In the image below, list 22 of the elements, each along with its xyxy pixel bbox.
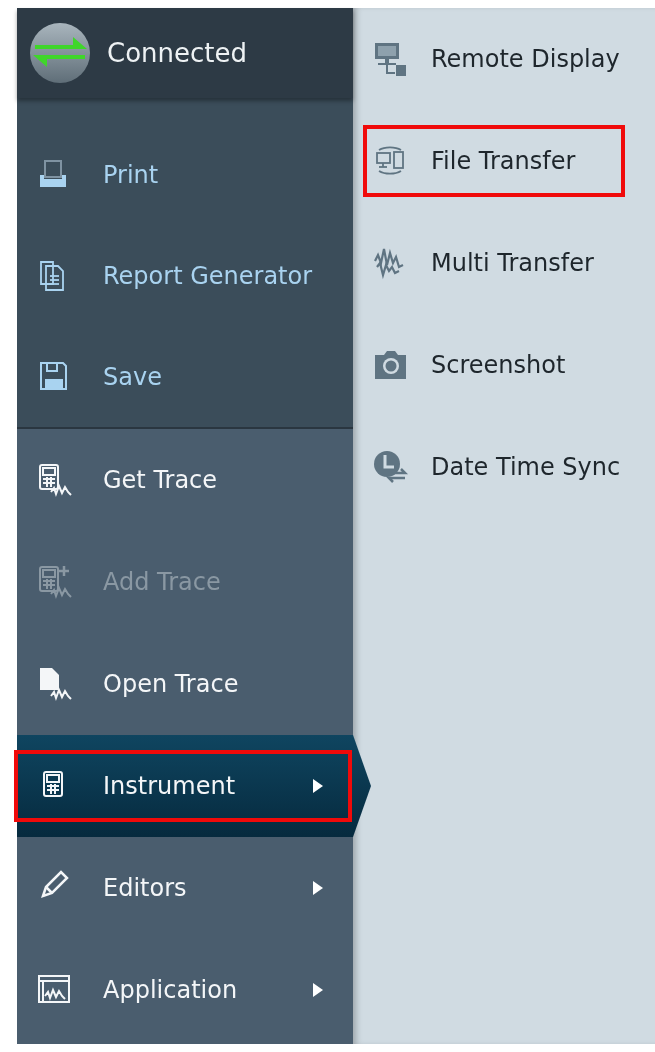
- submenu-item[interactable]: Multi Transfer: [353, 212, 655, 314]
- caret-icon: [313, 881, 323, 895]
- monitor-keypad-icon: [373, 41, 409, 77]
- keypad-plus-icon: [37, 564, 73, 600]
- connection-status: Connected: [107, 38, 247, 68]
- submenu-item[interactable]: Remote Display: [353, 8, 655, 110]
- caret-icon: [313, 779, 323, 793]
- submenu-item[interactable]: Screenshot: [353, 314, 655, 416]
- menu-item[interactable]: Get Trace: [17, 429, 353, 531]
- menu-item[interactable]: Report Generator: [17, 225, 353, 326]
- submenu-item[interactable]: Date Time Sync: [353, 416, 655, 518]
- menu-item[interactable]: Editors: [17, 837, 353, 939]
- connection-icon: [29, 22, 91, 84]
- submenu-item[interactable]: File Transfer: [353, 110, 655, 212]
- menu-item[interactable]: Open Trace: [17, 633, 353, 735]
- menu-item[interactable]: Print: [17, 124, 353, 225]
- clock-arrows-icon: [373, 449, 409, 485]
- keypad-wave-icon: [37, 462, 73, 498]
- document-wave-icon: [37, 666, 73, 702]
- menu-item[interactable]: Application: [17, 939, 353, 1041]
- caret-icon: [313, 983, 323, 997]
- menu-item[interactable]: Save: [17, 326, 353, 427]
